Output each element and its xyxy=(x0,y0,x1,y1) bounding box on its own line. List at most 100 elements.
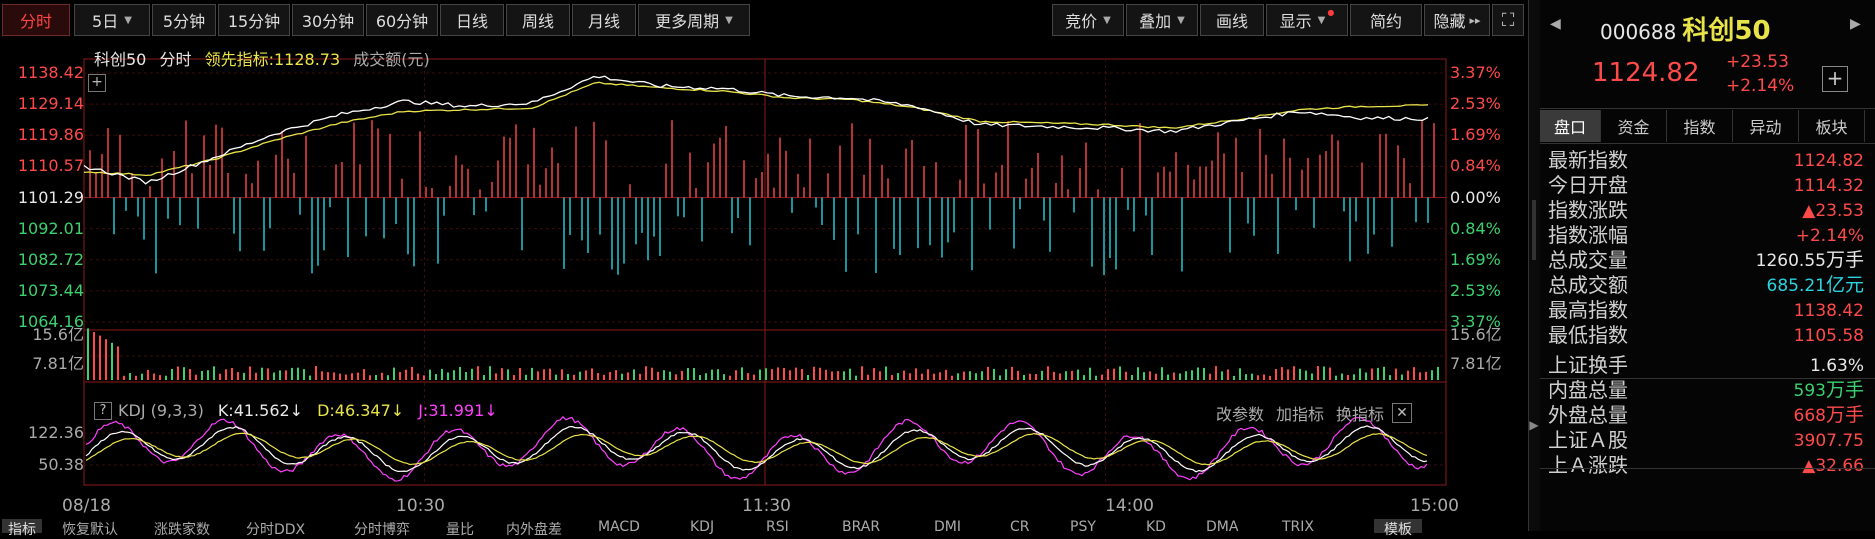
period-button-label: 60分钟 xyxy=(375,12,429,31)
tool-button-2[interactable]: 画线 xyxy=(1200,4,1264,36)
volume-tick: 15.6亿 xyxy=(1450,325,1502,344)
add-to-watchlist-button[interactable]: + xyxy=(1822,66,1848,92)
period-button-label: 周线 xyxy=(521,12,554,31)
period-button-3[interactable]: 15分钟 xyxy=(218,4,290,36)
stat-row: 总成交额 685.21亿元 xyxy=(1548,270,1865,297)
tool-button-label: 叠加 xyxy=(1139,12,1172,31)
stat-row: 上Ａ涨跌 ▲32.66 xyxy=(1548,451,1864,477)
percent-tick: 0.84% xyxy=(1450,156,1501,176)
stat-value-wrap: 593万手 xyxy=(1794,375,1864,402)
collapse-panel-handle[interactable]: ▶ xyxy=(1529,410,1539,440)
stat-value: 1105.58 xyxy=(1793,325,1864,346)
price-tick: 1119.86 xyxy=(17,125,84,145)
stock-header: 000688 科创50 xyxy=(1600,10,1771,47)
tool-button-0[interactable]: 竞价 ▼ xyxy=(1052,4,1124,36)
chart-panel xyxy=(0,40,1528,531)
divider xyxy=(1540,108,1875,109)
stat-row: 指数涨跌 ▲23.53 xyxy=(1548,196,1864,222)
stat-value-wrap: 685.21亿元 xyxy=(1767,270,1865,297)
stat-row: 外盘总量 668万手 xyxy=(1548,401,1864,427)
stat-value-wrap: 3907.75 xyxy=(1794,427,1864,451)
stat-value: 1124.82 xyxy=(1793,150,1864,171)
legend-mode: 分时 xyxy=(159,50,192,69)
tool-button-label: 简约 xyxy=(1369,12,1402,31)
intraday-chart xyxy=(83,58,1447,486)
notification-dot-icon: ● xyxy=(1327,7,1335,17)
double-arrow-right-icon: ▸▸ xyxy=(1469,13,1481,27)
period-button-9[interactable]: 更多周期 ▼ xyxy=(638,4,750,36)
kdj-d-value: D:46.347↓ xyxy=(317,401,405,420)
stat-value: 1.63% xyxy=(1809,355,1864,376)
price-tick: 1110.57 xyxy=(17,156,84,176)
stat-value-wrap: 1124.82 xyxy=(1794,147,1864,171)
percent-tick: 0.84% xyxy=(1450,218,1501,238)
stat-value-wrap: ▲32.66 xyxy=(1802,452,1864,476)
period-button-7[interactable]: 周线 xyxy=(506,4,570,36)
tool-button-4[interactable]: 简约 xyxy=(1350,4,1422,36)
next-stock-button[interactable]: ▶ xyxy=(1850,16,1861,32)
period-button-4[interactable]: 30分钟 xyxy=(292,4,364,36)
stat-row: 最高指数 1138.42 xyxy=(1548,296,1864,322)
chart-legend: 科创50 分时 领先指标:1128.73 成交额(元) xyxy=(94,46,430,70)
period-button-2[interactable]: 5分钟 xyxy=(152,4,216,36)
panel-tab-2[interactable]: 指数 xyxy=(1667,110,1733,142)
tool-button-label: 竞价 xyxy=(1065,12,1098,31)
period-button-label: 5日 xyxy=(92,12,119,31)
tool-button-label: 隐藏 xyxy=(1433,12,1466,31)
current-price: 1124.82 xyxy=(1592,58,1700,88)
percent-tick: 0.00% xyxy=(1450,187,1501,207)
stat-unit: 万手 xyxy=(1825,249,1864,271)
close-indicator-button[interactable]: ✕ xyxy=(1392,403,1413,423)
stat-value-wrap: 1105.58 xyxy=(1794,322,1864,346)
chevron-left-icon: ◀ xyxy=(1550,16,1561,32)
price-tick: 1138.42 xyxy=(17,63,84,82)
prev-stock-button[interactable]: ◀ xyxy=(1550,16,1561,32)
panel-tab-1[interactable]: 资金 xyxy=(1601,110,1667,142)
add-overlay-button[interactable]: + xyxy=(88,74,106,92)
price-tick: 1073.44 xyxy=(17,280,84,300)
change-params-button[interactable]: 改参数 xyxy=(1216,401,1264,425)
stat-value-wrap: 1114.32 xyxy=(1794,172,1864,196)
panel-tab-3[interactable]: 异动 xyxy=(1733,110,1799,142)
tool-button-3[interactable]: 显示 ▼ ● xyxy=(1266,4,1348,36)
period-button-1[interactable]: 5日 ▼ xyxy=(74,4,150,36)
tool-button-1[interactable]: 叠加 ▼ xyxy=(1126,4,1198,36)
kdj-help-button[interactable]: ? xyxy=(94,401,112,420)
period-button-6[interactable]: 日线 xyxy=(440,4,504,36)
tool-button-5[interactable]: 隐藏 ▸▸ xyxy=(1424,4,1490,36)
percent-tick: 2.53% xyxy=(1450,280,1501,300)
stat-row: 内盘总量 593万手 xyxy=(1548,375,1864,402)
caret-down-icon: ▼ xyxy=(124,14,132,26)
period-button-label: 更多周期 xyxy=(655,12,720,31)
period-button-label: 30分钟 xyxy=(301,12,355,31)
fullscreen-button[interactable]: ⛶ xyxy=(1492,4,1524,36)
stat-value: ▲23.53 xyxy=(1802,200,1864,221)
legend-leading-label: 领先指标: xyxy=(204,50,274,69)
kdj-buttons: 改参数 加指标 换指标 ✕ xyxy=(1216,401,1413,425)
period-button-0[interactable]: 分时 xyxy=(2,4,70,36)
period-button-5[interactable]: 60分钟 xyxy=(366,4,438,36)
stat-value: ▲32.66 xyxy=(1802,455,1864,476)
panel-tab-0[interactable]: 盘口 xyxy=(1540,110,1601,142)
plus-icon: + xyxy=(1826,66,1844,90)
period-button-8[interactable]: 月线 xyxy=(572,4,636,36)
time-tick: 14:00 xyxy=(1105,496,1154,516)
panel-tab-4[interactable]: 板块 xyxy=(1799,110,1865,142)
scrollbar-track[interactable] xyxy=(1532,200,1536,260)
price-tick: 1092.01 xyxy=(17,218,84,238)
price-tick: 1101.29 xyxy=(17,187,84,207)
plus-icon: + xyxy=(91,74,103,90)
period-button-label: 日线 xyxy=(455,12,488,31)
chevron-right-icon: ▶ xyxy=(1529,418,1539,432)
add-indicator-button[interactable]: 加指标 xyxy=(1276,401,1324,425)
caret-down-icon: ▼ xyxy=(1317,14,1326,26)
period-button-label: 月线 xyxy=(587,12,620,31)
change-indicator-button[interactable]: 换指标 xyxy=(1336,401,1384,425)
legend-name: 科创50 xyxy=(94,50,147,69)
volume-tick: 7.81亿 xyxy=(32,354,84,373)
percent-tick: 3.37% xyxy=(1450,63,1501,82)
stat-row: 总成交量 1260.55万手 xyxy=(1548,246,1864,272)
kdj-k-value: K:41.562↓ xyxy=(217,401,304,420)
stat-value-wrap: +2.14% xyxy=(1796,222,1864,246)
period-button-label: 分时 xyxy=(19,12,52,31)
